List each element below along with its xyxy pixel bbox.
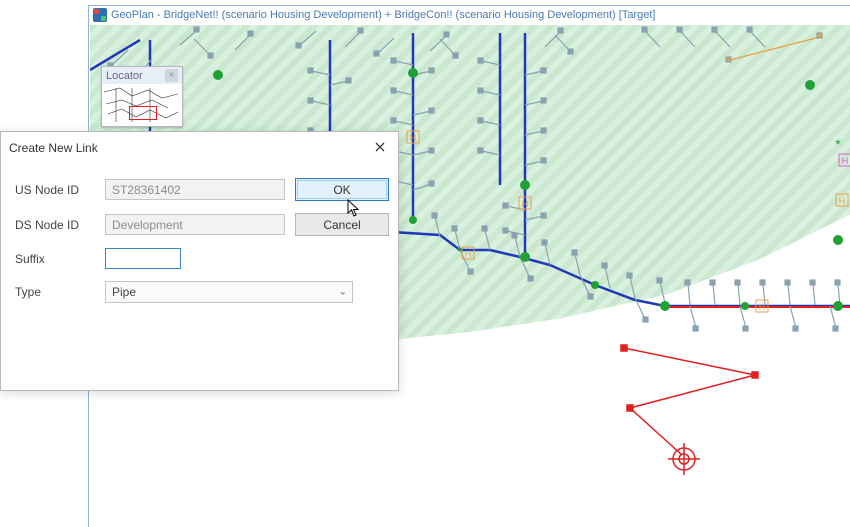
app-icon xyxy=(93,8,107,22)
locator-title-text: Locator xyxy=(106,70,143,82)
close-icon xyxy=(375,142,385,152)
svg-text:H: H xyxy=(465,249,472,259)
svg-text:*: * xyxy=(457,243,463,259)
create-new-link-dialog: Create New Link US Node ID OK DS Node ID… xyxy=(0,131,399,391)
locator-close-button[interactable]: × xyxy=(165,69,178,82)
ok-button[interactable]: OK xyxy=(295,178,389,201)
us-node-id-field[interactable] xyxy=(105,179,285,200)
label-ds-node-id: DS Node ID xyxy=(15,218,95,232)
locator-panel[interactable]: Locator × xyxy=(101,66,183,127)
svg-text:H: H xyxy=(759,302,766,312)
cancel-button[interactable]: Cancel xyxy=(295,213,389,236)
svg-text:H: H xyxy=(839,196,846,206)
svg-text:*: * xyxy=(835,136,841,152)
dialog-close-button[interactable] xyxy=(370,138,390,158)
geoplan-title: GeoPlan - BridgeNet!! (scenario Housing … xyxy=(111,9,655,21)
geoplan-titlebar: GeoPlan - BridgeNet!! (scenario Housing … xyxy=(89,6,850,24)
locator-body[interactable] xyxy=(102,84,182,126)
locator-titlebar[interactable]: Locator × xyxy=(102,67,182,84)
cursor-icon xyxy=(347,199,361,217)
locator-viewport-rect[interactable] xyxy=(129,106,157,120)
dialog-title: Create New Link xyxy=(9,141,98,155)
label-us-node-id: US Node ID xyxy=(15,183,95,197)
label-suffix: Suffix xyxy=(15,252,95,266)
svg-text:H: H xyxy=(522,199,529,209)
label-type: Type xyxy=(15,285,95,299)
ds-node-id-field[interactable] xyxy=(105,214,285,235)
suffix-field[interactable] xyxy=(105,248,181,269)
svg-text:H: H xyxy=(842,156,849,166)
type-select[interactable]: Pipe xyxy=(105,281,353,303)
svg-text:H: H xyxy=(410,133,417,143)
